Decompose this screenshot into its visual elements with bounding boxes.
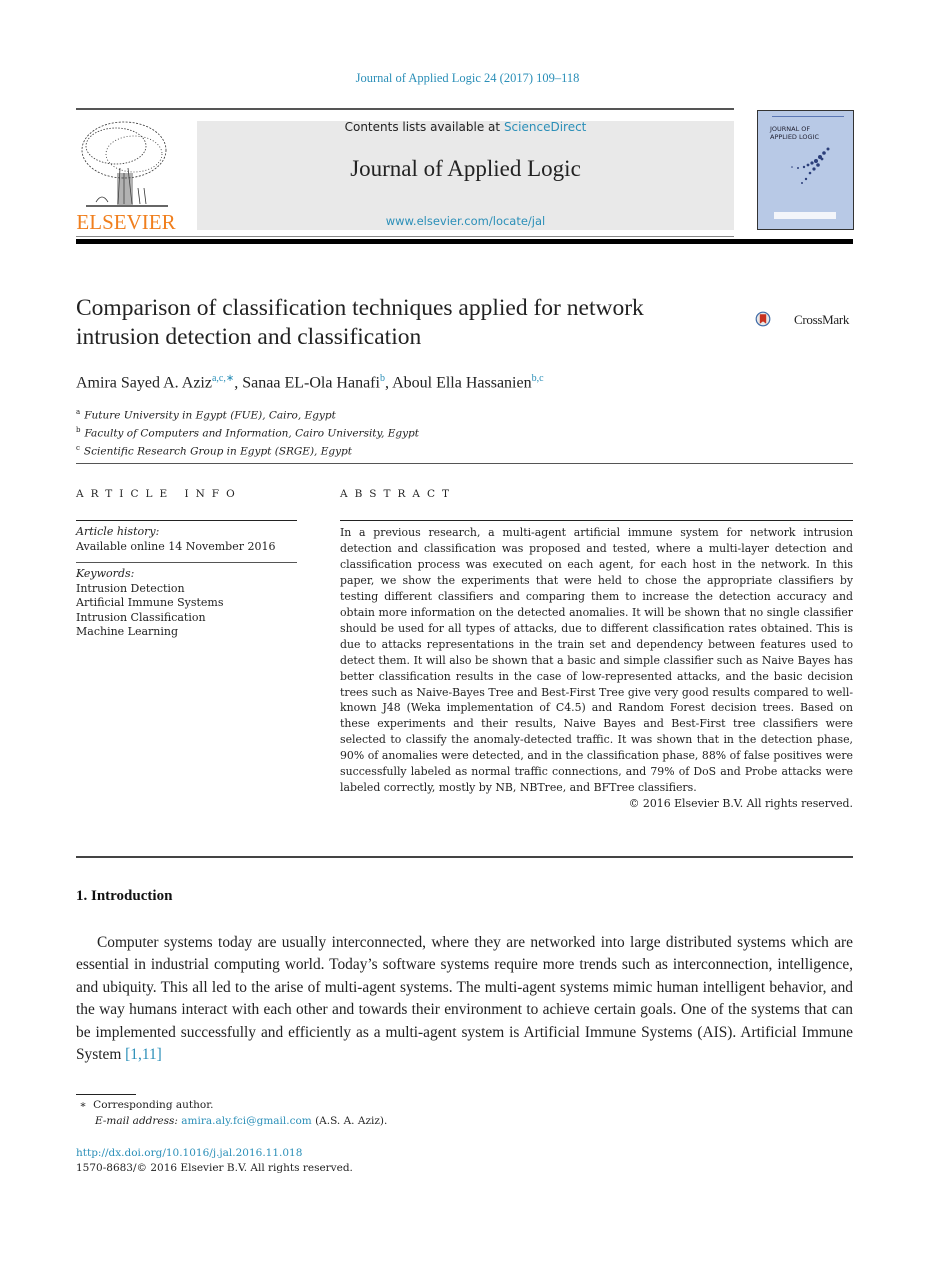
contents-prefix: Contents lists available at	[344, 120, 504, 134]
footnote-rule	[76, 1094, 136, 1095]
cover-rule	[772, 116, 844, 117]
header-rule	[76, 108, 734, 110]
article-history: Article history: Available online 14 Nov…	[76, 525, 275, 554]
affiliation-item: a Future University in Egypt (FUE), Cairo…	[76, 405, 419, 423]
footnote-star: ∗	[79, 1099, 87, 1111]
author-list: Amira Sayed A. Aziza,c,∗, Sanaa EL-Ola H…	[76, 373, 544, 392]
affiliation-mark: b	[76, 426, 81, 435]
crossmark-icon[interactable]	[755, 299, 795, 339]
affiliation-mark: c	[76, 444, 80, 453]
journal-url-link[interactable]: www.elsevier.com/locate/jal	[197, 214, 734, 228]
journal-cover-thumbnail[interactable]: JOURNAL OF APPLIED LOGIC	[757, 110, 854, 230]
author-name[interactable]: Amira Sayed A. Aziz	[76, 374, 212, 391]
author-name[interactable]: Sanaa EL-Ola Hanafi	[242, 374, 380, 391]
affiliation-item: c Scientific Research Group in Egypt (SRG…	[76, 441, 419, 459]
email-label: E-mail address:	[95, 1114, 178, 1127]
introduction-body: Computer systems today are usually inter…	[76, 932, 853, 1066]
email-suffix: (A.S. A. Aziz).	[311, 1114, 388, 1127]
keyword-item: Intrusion Detection	[76, 581, 185, 595]
header-thick-rule	[76, 239, 853, 244]
cover-title-line2: APPLIED LOGIC	[770, 133, 820, 141]
cover-scatter-graphic	[791, 147, 830, 184]
affiliation-mark: a	[76, 408, 81, 416]
cover-title-line1: JOURNAL OF	[770, 125, 811, 133]
corresponding-author-text: Corresponding author.	[93, 1099, 214, 1111]
affiliation-text: Future University in Egypt (FUE), Cairo,…	[84, 409, 336, 422]
affiliation-item: b Faculty of Computers and Information, C…	[76, 423, 419, 441]
journal-title: Journal of Applied Logic	[350, 156, 581, 181]
citation-link[interactable]: [1,11]	[125, 1046, 162, 1063]
keyword-item: Artificial Immune Systems	[76, 596, 224, 610]
abstract-body: In a previous research, a multi-agent ar…	[340, 525, 853, 812]
email-link[interactable]: amira.aly.fci@gmail.com	[181, 1115, 311, 1127]
affiliation-list: a Future University in Egypt (FUE), Cairo…	[76, 405, 419, 460]
elsevier-wordmark: ELSEVIER	[76, 210, 176, 234]
abstract-rule	[340, 520, 853, 521]
keyword-item: Intrusion Classification	[76, 610, 206, 624]
crossmark-label[interactable]: CrossMark	[794, 312, 849, 328]
abstract-copyright: © 2016 Elsevier B.V. All rights reserved…	[628, 797, 853, 811]
email-note: E-mail address: amira.aly.fci@gmail.com …	[76, 1114, 387, 1130]
doi-link[interactable]: http://dx.doi.org/10.1016/j.jal.2016.11.…	[76, 1146, 353, 1161]
doi-block: http://dx.doi.org/10.1016/j.jal.2016.11.…	[76, 1146, 353, 1176]
section-heading-introduction: 1. Introduction	[76, 888, 173, 904]
keywords-block: Keywords: Intrusion Detection Artificial…	[76, 567, 224, 640]
author-affiliation-marks[interactable]: a,c,∗	[212, 373, 234, 384]
section-rule	[76, 463, 853, 464]
keywords-rule	[76, 562, 297, 563]
keyword-item: Machine Learning	[76, 625, 179, 639]
author-name[interactable]: Aboul Ella Hassanien	[392, 374, 532, 391]
cover-footer-band	[774, 212, 836, 219]
keywords-label: Keywords:	[76, 567, 135, 580]
footnote-block: ∗ Corresponding author. E-mail address: …	[76, 1098, 387, 1129]
author-affiliation-marks[interactable]: b,c	[532, 373, 544, 384]
affiliation-text: Faculty of Computers and Information, Ca…	[84, 427, 420, 440]
abstract-text: In a previous research, a multi-agent ar…	[340, 526, 853, 795]
masthead-rule	[76, 236, 734, 237]
article-info-rule	[76, 520, 297, 521]
introduction-text: Computer systems today are usually inter…	[76, 934, 853, 1064]
history-label: Article history:	[76, 525, 160, 538]
abstract-heading: ABSTRACT	[340, 488, 457, 500]
journal-reference-link[interactable]: Journal of Applied Logic 24 (2017) 109–1…	[0, 71, 935, 86]
issn-copyright-line: 1570-8683/© 2016 Elsevier B.V. All right…	[76, 1162, 353, 1175]
author-separator: ,	[384, 374, 393, 392]
corresponding-author-note: ∗ Corresponding author.	[76, 1098, 387, 1114]
affiliation-text: Scientific Research Group in Egypt (SRGE…	[83, 445, 352, 458]
sciencedirect-link[interactable]: ScienceDirect	[504, 120, 586, 134]
cover-title: JOURNAL OF APPLIED LOGIC	[770, 125, 819, 141]
history-value: Available online 14 November 2016	[76, 539, 276, 553]
abstract-bottom-rule	[76, 856, 853, 858]
contents-available-line: Contents lists available at ScienceDirec…	[197, 120, 734, 134]
article-info-heading: ARTICLE INFO	[76, 488, 242, 500]
article-title: Comparison of classification techniques …	[76, 295, 644, 350]
introduction-paragraph: Computer systems today are usually inter…	[76, 932, 853, 1066]
